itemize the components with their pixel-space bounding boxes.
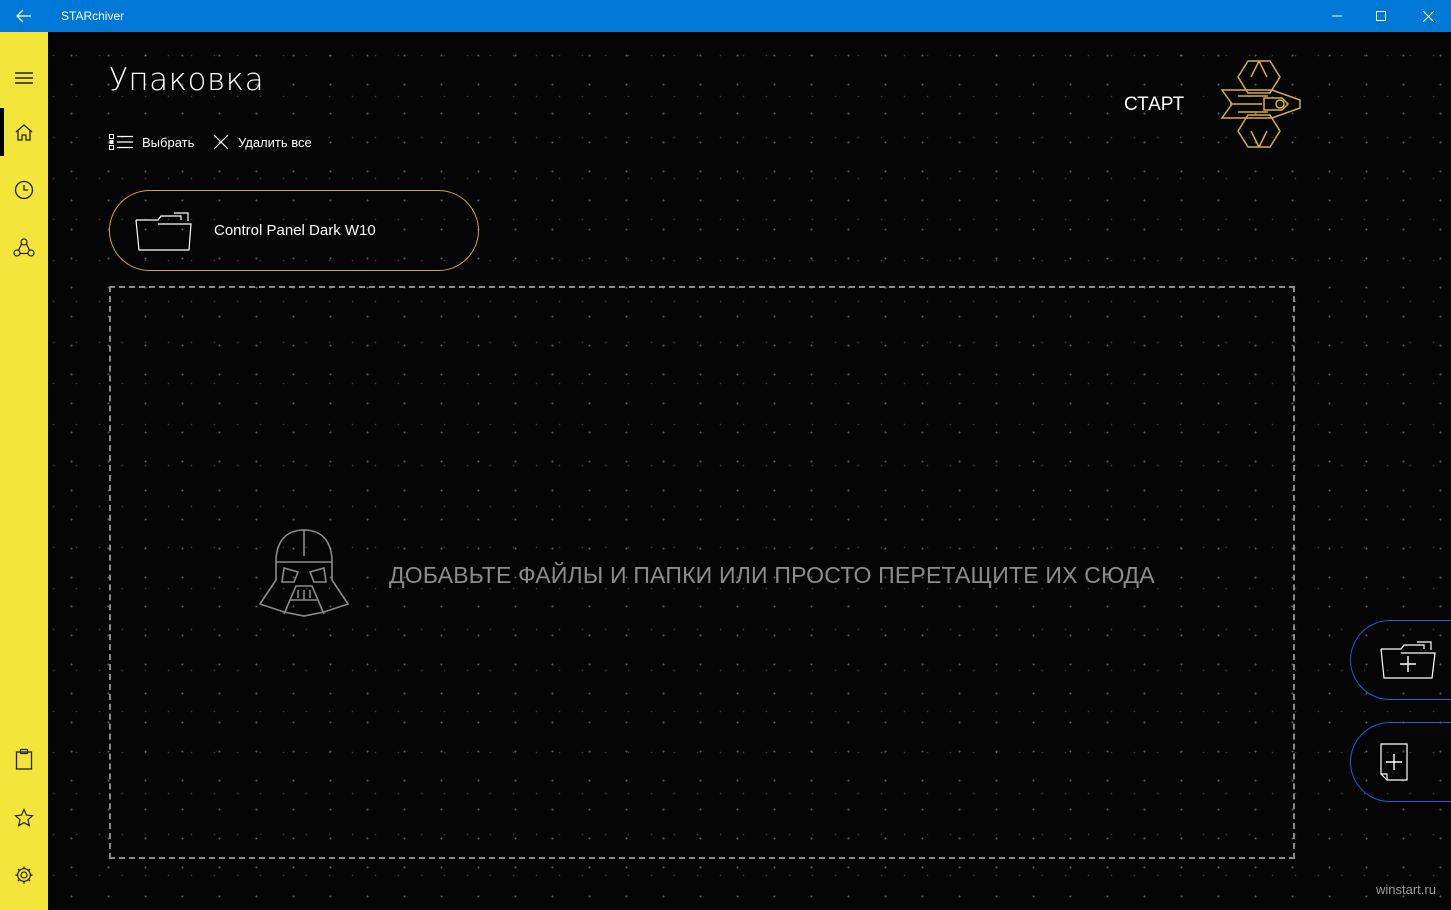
- sidebar-item-settings[interactable]: [0, 851, 48, 899]
- sidebar-item-favorites[interactable]: [0, 794, 48, 842]
- select-button[interactable]: Выбрать: [109, 134, 194, 150]
- sidebar-item-clipboard[interactable]: [0, 735, 48, 783]
- file-item[interactable]: Control Panel Dark W10: [109, 190, 479, 271]
- gear-icon: [15, 866, 33, 884]
- sidebar-item-share[interactable]: [0, 224, 48, 272]
- list-select-icon: [109, 134, 133, 150]
- window-title: STARchiver: [61, 9, 125, 23]
- watermark: winstart.ru: [1376, 882, 1436, 897]
- delete-all-label: Удалить все: [238, 134, 312, 150]
- clock-icon: [14, 180, 34, 200]
- minimize-icon: [1332, 15, 1342, 17]
- back-button[interactable]: [0, 0, 48, 32]
- select-label: Выбрать: [142, 134, 195, 150]
- add-folder-icon: [1380, 641, 1436, 679]
- main-area: Упаковка Выбрать Удалить все СТАРТ Contr…: [48, 32, 1451, 910]
- file-name: Control Panel Dark W10: [214, 222, 376, 239]
- add-folder-button[interactable]: [1350, 620, 1451, 700]
- share-icon: [13, 238, 35, 257]
- minimize-button[interactable]: [1314, 0, 1360, 32]
- add-file-button[interactable]: [1350, 722, 1451, 802]
- maximize-icon: [1376, 11, 1386, 21]
- start-button[interactable]: [1218, 58, 1302, 154]
- sidebar-menu-button[interactable]: [0, 54, 48, 102]
- star-icon: [14, 808, 34, 827]
- close-button[interactable]: [1405, 0, 1451, 32]
- start-label[interactable]: СТАРТ: [1124, 94, 1184, 116]
- darth-vader-icon: [258, 528, 350, 622]
- close-icon: [1422, 10, 1434, 22]
- close-x-icon: [213, 134, 229, 150]
- folder-icon: [135, 211, 192, 251]
- hamburger-menu-icon: [15, 72, 33, 84]
- sidebar-item-history[interactable]: [0, 166, 48, 214]
- clipboard-icon: [15, 748, 33, 770]
- delete-all-button[interactable]: Удалить все: [213, 134, 312, 150]
- add-file-icon: [1380, 743, 1408, 781]
- home-icon: [15, 124, 33, 141]
- drop-hint: ДОБАВЬТЕ ФАЙЛЫ И ПАПКИ ИЛИ ПРОСТО ПЕРЕТА…: [389, 562, 1155, 588]
- sidebar-item-home[interactable]: [0, 108, 48, 156]
- title-bar: STARchiver: [0, 0, 1451, 32]
- page-title: Упаковка: [109, 62, 265, 98]
- starfighter-icon: [1220, 60, 1301, 148]
- back-arrow-icon: [16, 9, 31, 23]
- sidebar: [0, 32, 48, 910]
- maximize-button[interactable]: [1358, 0, 1404, 32]
